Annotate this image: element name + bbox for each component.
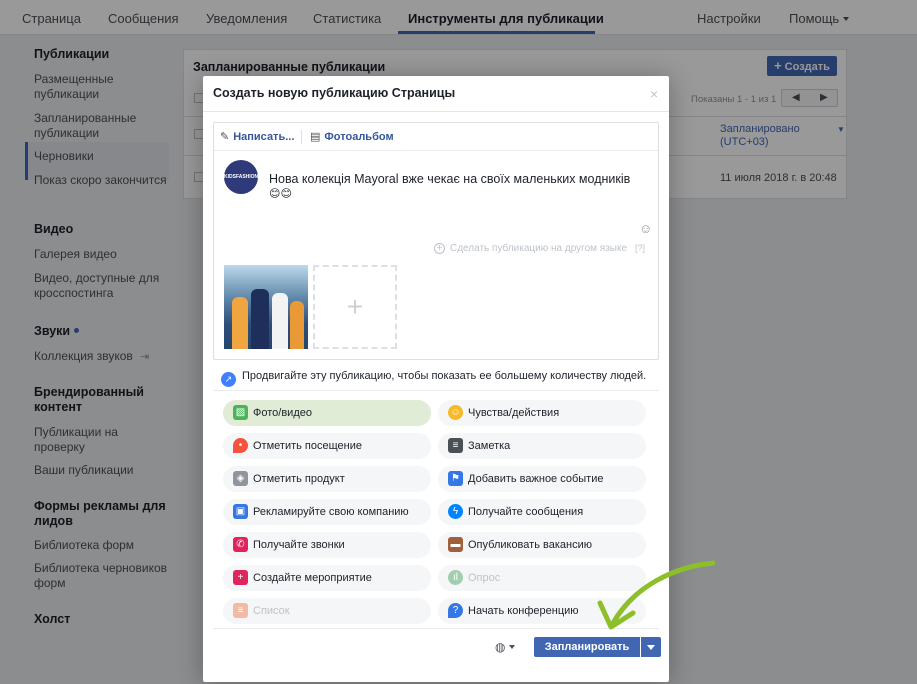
option-tag-product-label: Отметить продукт bbox=[253, 473, 345, 485]
dialog-header: Создать новую публикацию Страницы × bbox=[203, 76, 669, 112]
dialog-footer: ◍ Запланировать bbox=[213, 628, 661, 664]
option-tag-product[interactable]: ◈ Отметить продукт bbox=[223, 466, 431, 492]
poll-icon: ıl bbox=[448, 570, 463, 585]
option-photo-video-label: Фото/видео bbox=[253, 407, 312, 419]
option-checkin-label: Отметить посещение bbox=[253, 440, 362, 452]
schedule-button[interactable]: Запланировать bbox=[534, 637, 640, 657]
post-text-input[interactable]: Нова колекція Mayoral вже чекає на своїх… bbox=[269, 171, 649, 187]
chevron-down-icon bbox=[509, 645, 516, 649]
option-milestone[interactable]: ⚑ Добавить важное событие bbox=[438, 466, 646, 492]
option-promote-business[interactable]: ▣ Рекламируйте свою компанию bbox=[223, 499, 431, 525]
help-link[interactable]: [?] bbox=[635, 243, 645, 253]
promote-business-icon: ▣ bbox=[233, 504, 248, 519]
tab-write-label: Написать... bbox=[233, 131, 295, 143]
option-create-event[interactable]: + Создайте мероприятие bbox=[223, 565, 431, 591]
option-note-label: Заметка bbox=[468, 440, 511, 452]
option-list: ≡ Список bbox=[223, 598, 431, 624]
avatar: KIDSFASHION bbox=[224, 160, 258, 194]
event-calendar-icon: + bbox=[233, 570, 248, 585]
option-list-label: Список bbox=[253, 605, 290, 617]
option-get-calls[interactable]: ✆ Получайте звонки bbox=[223, 532, 431, 558]
option-get-calls-label: Получайте звонки bbox=[253, 539, 345, 551]
dialog-title: Создать новую публикацию Страницы bbox=[213, 86, 456, 100]
phone-icon: ✆ bbox=[233, 537, 248, 552]
job-briefcase-icon: ▬ bbox=[448, 537, 463, 552]
attached-photo-thumbnail[interactable] bbox=[224, 265, 308, 349]
tab-photo-album[interactable]: ▤ Фотоальбом bbox=[310, 130, 394, 143]
option-note[interactable]: ≡ Заметка bbox=[438, 433, 646, 459]
tab-photo-album-label: Фотоальбом bbox=[324, 131, 394, 143]
messenger-icon: ϟ bbox=[448, 504, 463, 519]
photo-video-icon: ▨ bbox=[233, 405, 248, 420]
option-feeling-label: Чувства/действия bbox=[468, 407, 560, 419]
option-get-messages[interactable]: ϟ Получайте сообщения bbox=[438, 499, 646, 525]
tab-write[interactable]: ✎ Написать... bbox=[220, 130, 294, 143]
annotation-arrow-icon bbox=[597, 560, 716, 630]
close-icon[interactable]: × bbox=[650, 86, 658, 102]
audience-selector[interactable]: ◍ bbox=[495, 640, 516, 654]
album-icon: ▤ bbox=[310, 131, 321, 143]
tab-separator bbox=[301, 130, 302, 144]
tag-product-icon: ◈ bbox=[233, 471, 248, 486]
other-language-label: Сделать публикацию на другом языке bbox=[450, 243, 628, 254]
option-get-messages-label: Получайте сообщения bbox=[468, 506, 584, 518]
boost-post-row[interactable]: ↗ Продвигайте эту публикацию, чтобы показ… bbox=[221, 370, 646, 387]
other-language-row[interactable]: + Сделать публикацию на другом языке [?] bbox=[434, 243, 645, 254]
post-emojis: 😊😊 bbox=[269, 188, 292, 200]
plus-circle-icon: + bbox=[434, 243, 445, 254]
option-photo-video[interactable]: ▨ Фото/видео bbox=[223, 400, 431, 426]
globe-icon: ◍ bbox=[495, 640, 506, 654]
option-post-job-label: Опубликовать вакансию bbox=[468, 539, 592, 551]
note-icon: ≡ bbox=[448, 438, 463, 453]
question-icon: ? bbox=[448, 603, 463, 618]
add-photo-button[interactable]: + bbox=[313, 265, 397, 349]
option-create-event-label: Создайте мероприятие bbox=[253, 572, 372, 584]
list-icon: ≡ bbox=[233, 603, 248, 618]
boost-trend-icon: ↗ bbox=[221, 372, 236, 387]
schedule-options-dropdown[interactable] bbox=[641, 637, 661, 657]
pencil-icon: ✎ bbox=[220, 131, 230, 143]
emoji-picker-icon[interactable]: ☺ bbox=[639, 221, 652, 236]
composer-tabs: ✎ Написать... ▤ Фотоальбом bbox=[214, 123, 658, 151]
option-checkin[interactable]: • Отметить посещение bbox=[223, 433, 431, 459]
boost-post-text: Продвигайте эту публикацию, чтобы показа… bbox=[242, 370, 647, 382]
option-feeling[interactable]: ☺ Чувства/действия bbox=[438, 400, 646, 426]
option-poll-label: Опрос bbox=[468, 572, 501, 584]
feeling-icon: ☺ bbox=[448, 405, 463, 420]
option-milestone-label: Добавить важное событие bbox=[468, 473, 604, 485]
milestone-flag-icon: ⚑ bbox=[448, 471, 463, 486]
post-options-grid: ▨ Фото/видео ☺ Чувства/действия • Отметить … bbox=[213, 390, 659, 628]
option-promote-business-label: Рекламируйте свою компанию bbox=[253, 506, 409, 518]
post-composer: ✎ Написать... ▤ Фотоальбом KIDSFASHION Нов… bbox=[213, 122, 659, 360]
option-start-qa-label: Начать конференцию bbox=[468, 605, 579, 617]
checkin-icon: • bbox=[233, 438, 248, 453]
